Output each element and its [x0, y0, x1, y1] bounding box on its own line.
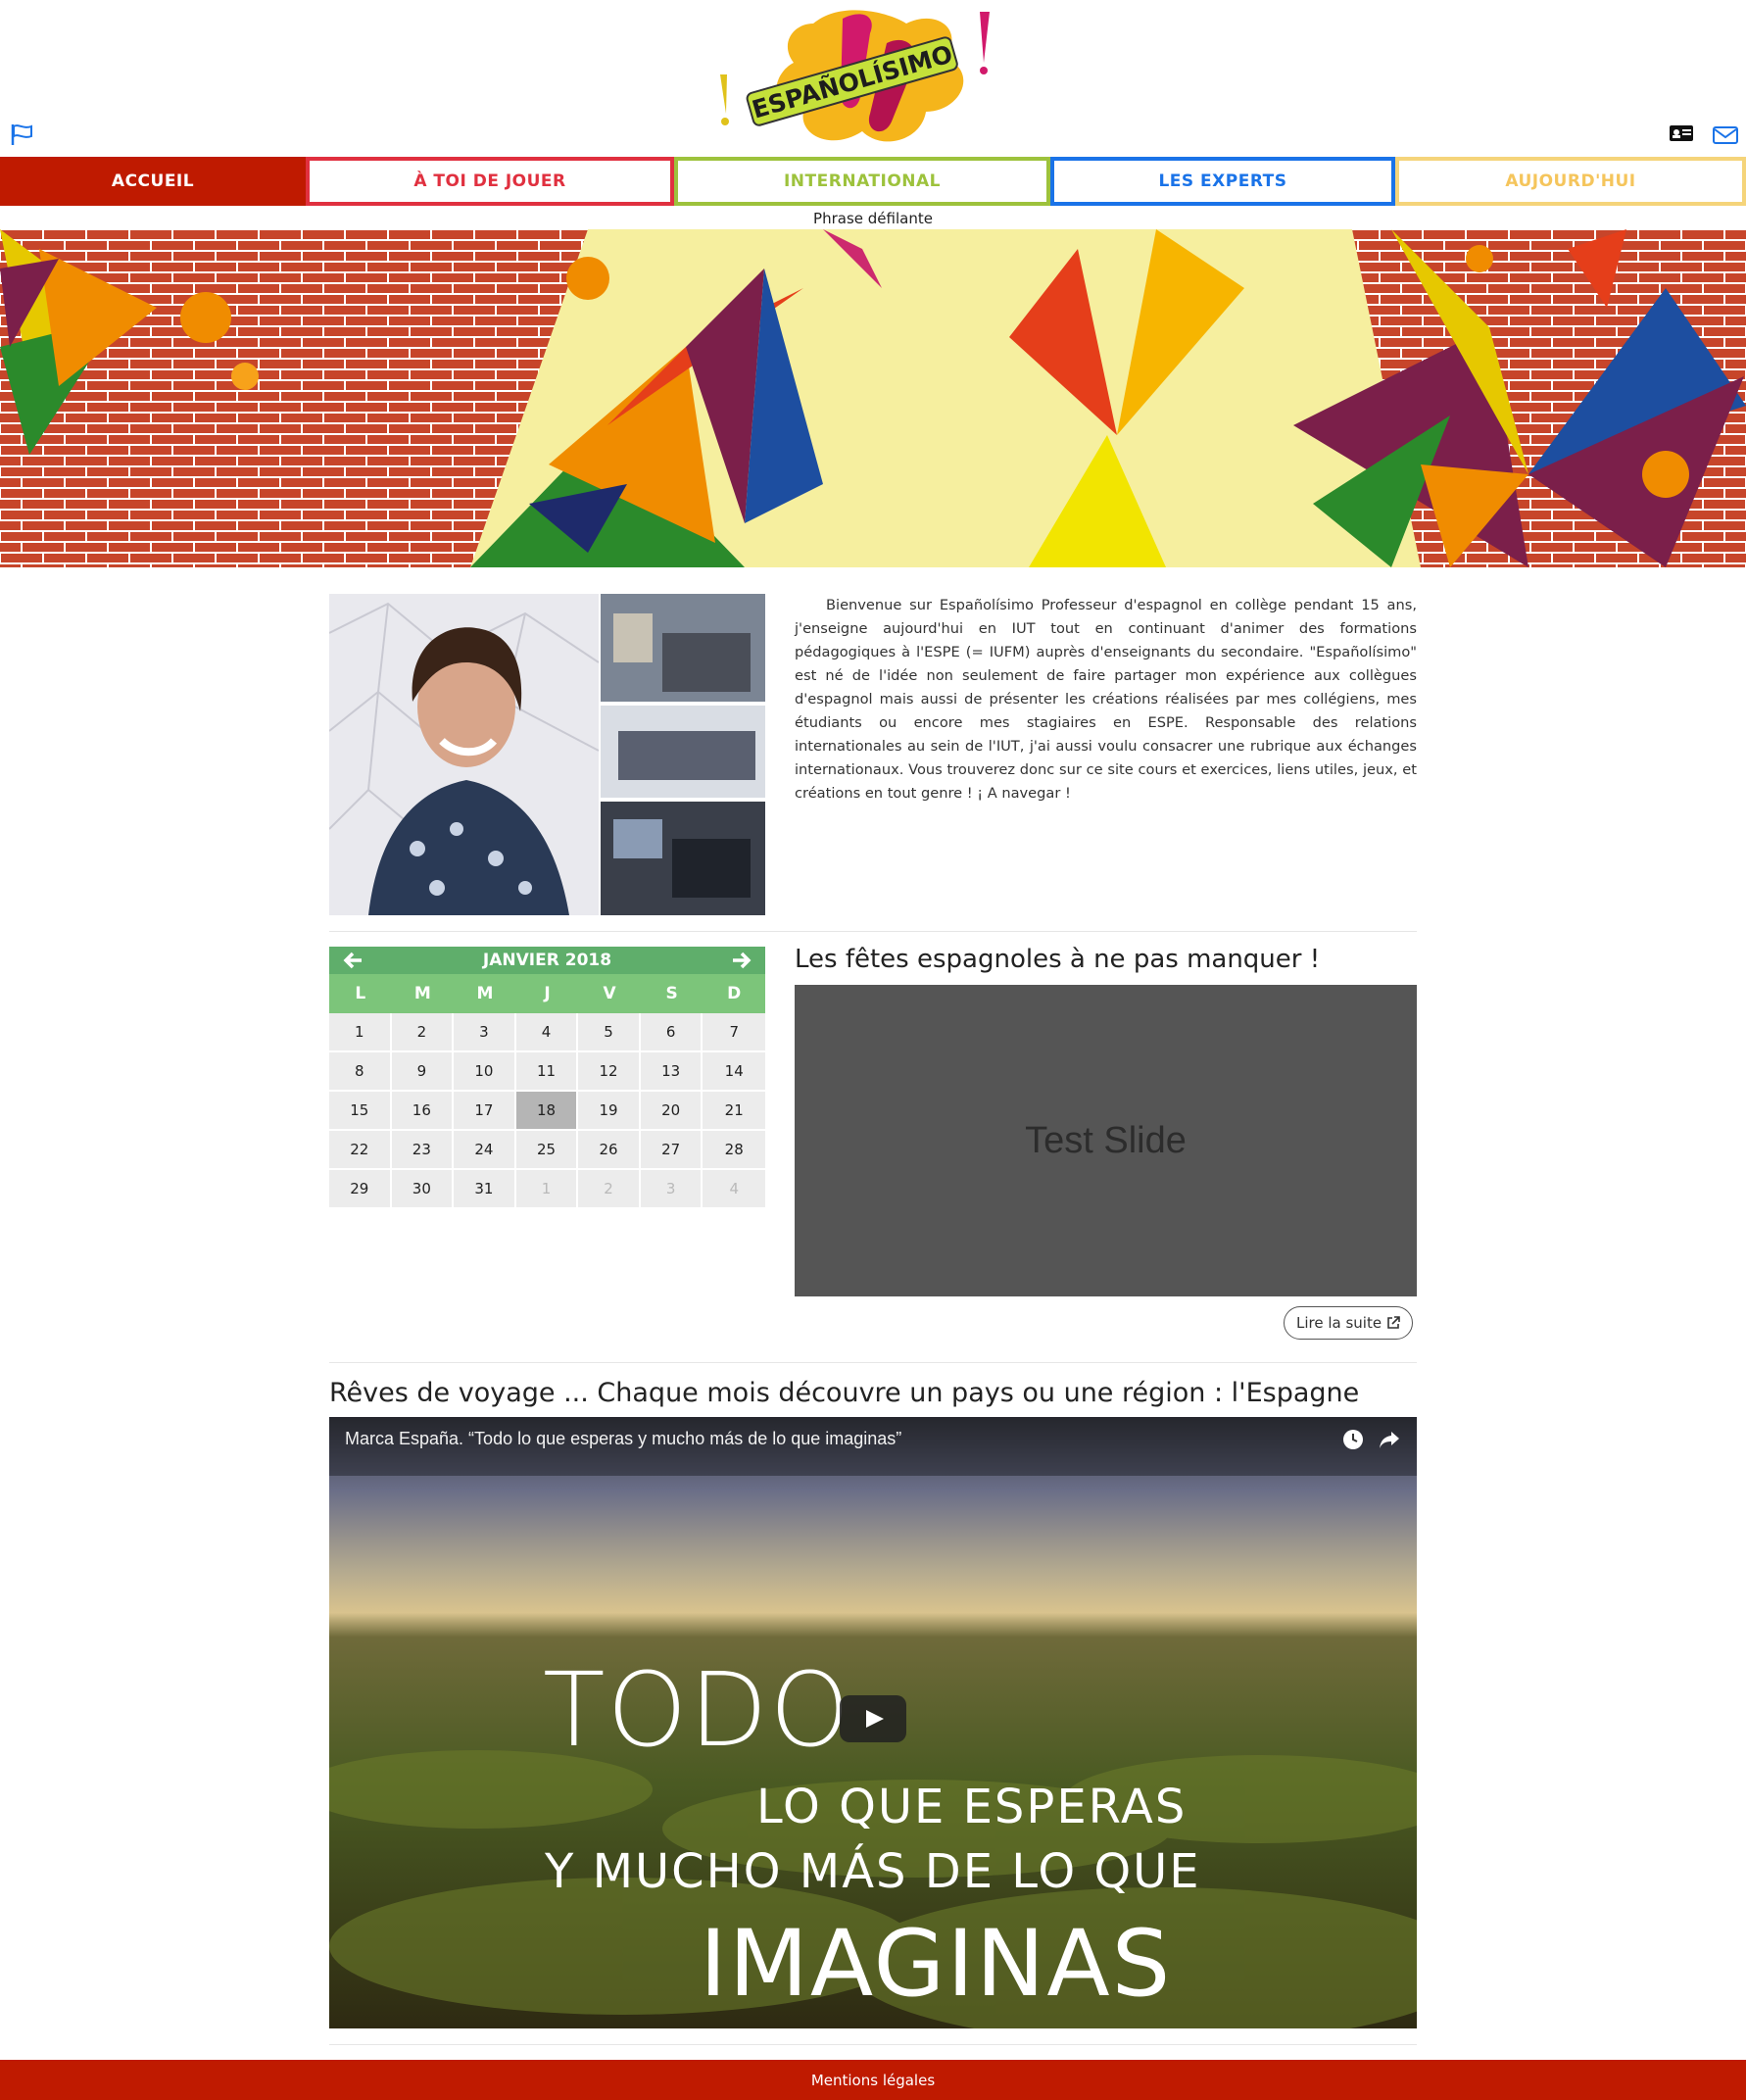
site-header: ESPAÑOLÍSIMO	[0, 0, 1746, 157]
clock-icon[interactable]	[1342, 1429, 1364, 1450]
share-icon[interactable]	[1378, 1429, 1401, 1450]
nav-a-toi-de-jouer[interactable]: À TOI DE JOUER	[306, 157, 674, 206]
legal-notice-link[interactable]: Mentions légales	[811, 2072, 935, 2089]
site-footer: Mentions légales	[0, 2060, 1746, 2100]
video-overlay-text: Y MUCHO MÁS DE LO QUE	[545, 1844, 1201, 1899]
read-more-button[interactable]: Lire la suite	[1284, 1306, 1414, 1340]
weekday: L	[355, 984, 366, 1003]
video-player[interactable]: Marca España. “Todo lo que esperas y muc…	[329, 1417, 1417, 2028]
slide-text: Test Slide	[1025, 1119, 1187, 1161]
read-more-label: Lire la suite	[1296, 1314, 1382, 1332]
calendar-day[interactable]: 28	[703, 1131, 765, 1170]
site-logo[interactable]: ESPAÑOLÍSIMO	[696, 4, 1009, 153]
nav-aujourdhui[interactable]: AUJOURD'HUI	[1395, 157, 1746, 206]
fetes-heading: Les fêtes espagnoles à ne pas manquer !	[795, 945, 1321, 974]
main-nav: ACCUEIL À TOI DE JOUER INTERNATIONAL LES…	[0, 157, 1746, 206]
fetes-slideshow[interactable]: Test Slide	[795, 985, 1417, 1296]
mail-icon[interactable]	[1712, 124, 1739, 146]
intro-paragraph: Bienvenue sur Españolísimo Professeur d'…	[795, 597, 1417, 802]
calendar-day[interactable]: 25	[515, 1131, 579, 1170]
weekday: J	[544, 984, 551, 1003]
calendar-day[interactable]: 2	[578, 1170, 641, 1209]
calendar-day[interactable]: 1	[515, 1170, 579, 1209]
nav-international[interactable]: INTERNATIONAL	[674, 157, 1050, 206]
weekday: V	[603, 984, 616, 1003]
calendar-day[interactable]: 5	[578, 1013, 641, 1052]
video-title[interactable]: Marca España. “Todo lo que esperas y muc…	[345, 1429, 901, 1449]
calendar-day[interactable]: 14	[703, 1052, 765, 1092]
calendar-day[interactable]: 12	[578, 1052, 641, 1092]
calendar-day[interactable]: 3	[640, 1170, 703, 1209]
nav-a-toi-de-jouer-label: À TOI DE JOUER	[413, 171, 566, 191]
external-link-icon	[1387, 1316, 1400, 1329]
video-overlay-text: LO QUE ESPERAS	[756, 1780, 1188, 1834]
arrow-left-icon[interactable]	[343, 950, 364, 971]
calendar-day[interactable]: 23	[391, 1131, 455, 1170]
video-overlay-text: TODO	[543, 1650, 852, 1770]
divider	[329, 1362, 1417, 1363]
calendar-day[interactable]: 27	[640, 1131, 703, 1170]
divider	[329, 2044, 1417, 2045]
calendar-day[interactable]: 2	[391, 1013, 455, 1052]
calendar-grid: 1 2 3 4 5 6 7 8 9 10 11 12 13 14 15 16 17 18 19 20 21 22 23 24 2…	[329, 1013, 765, 1209]
calendar: JANVIER 2018 L M M J V S D 1 2 3 4 5 6 7 8 9 10 11…	[329, 947, 765, 1209]
calendar-day[interactable]: 4	[515, 1013, 579, 1052]
weekday: S	[665, 984, 678, 1003]
calendar-day[interactable]: 4	[703, 1170, 765, 1209]
calendar-day[interactable]: 29	[329, 1170, 392, 1209]
calendar-day[interactable]: 26	[578, 1131, 641, 1170]
calendar-day[interactable]: 31	[454, 1170, 516, 1209]
calendar-day[interactable]: 17	[454, 1092, 516, 1131]
arrow-right-icon[interactable]	[730, 950, 752, 971]
nav-les-experts-label: LES EXPERTS	[1158, 171, 1287, 191]
nav-accueil-label: ACCUEIL	[111, 171, 195, 191]
calendar-day[interactable]: 13	[640, 1052, 703, 1092]
calendar-day[interactable]: 21	[703, 1092, 765, 1131]
calendar-day[interactable]: 11	[515, 1052, 579, 1092]
calendar-month-title: JANVIER 2018	[482, 951, 612, 970]
calendar-day[interactable]: 9	[391, 1052, 455, 1092]
calendar-day[interactable]: 18	[515, 1092, 579, 1131]
calendar-day[interactable]: 24	[454, 1131, 516, 1170]
teacher-photo-collage	[329, 594, 765, 915]
id-card-icon[interactable]	[1669, 123, 1694, 143]
nav-les-experts[interactable]: LES EXPERTS	[1050, 157, 1395, 206]
play-icon	[866, 1710, 884, 1728]
calendar-day[interactable]: 8	[329, 1052, 392, 1092]
play-button[interactable]	[840, 1695, 906, 1742]
calendar-day[interactable]: 19	[578, 1092, 641, 1131]
calendar-weekdays: L M M J V S D	[329, 974, 765, 1013]
calendar-day[interactable]: 6	[640, 1013, 703, 1052]
divider	[329, 931, 1417, 932]
weekday: M	[413, 984, 431, 1003]
nav-accueil[interactable]: ACCUEIL	[0, 157, 306, 206]
voyage-heading: Rêves de voyage ... Chaque mois découvre…	[329, 1378, 1360, 1408]
nav-international-label: INTERNATIONAL	[783, 171, 941, 191]
scrolling-phrase: Phrase défilante	[813, 210, 933, 227]
banner-graffiti-image	[0, 229, 1746, 567]
calendar-day[interactable]: 22	[329, 1131, 392, 1170]
video-overlay-text: IMAGINAS	[700, 1911, 1173, 2018]
calendar-day[interactable]: 20	[640, 1092, 703, 1131]
weekday: M	[476, 984, 494, 1003]
calendar-day[interactable]: 15	[329, 1092, 392, 1131]
calendar-header: JANVIER 2018	[329, 947, 765, 974]
calendar-day[interactable]: 16	[391, 1092, 455, 1131]
calendar-day[interactable]: 3	[454, 1013, 516, 1052]
nav-aujourdhui-label: AUJOURD'HUI	[1505, 171, 1636, 191]
weekday: D	[727, 984, 742, 1003]
calendar-day[interactable]: 1	[329, 1013, 392, 1052]
calendar-day[interactable]: 10	[454, 1052, 516, 1092]
calendar-day[interactable]: 30	[391, 1170, 455, 1209]
flag-icon[interactable]	[10, 122, 35, 146]
calendar-day[interactable]: 7	[703, 1013, 765, 1052]
